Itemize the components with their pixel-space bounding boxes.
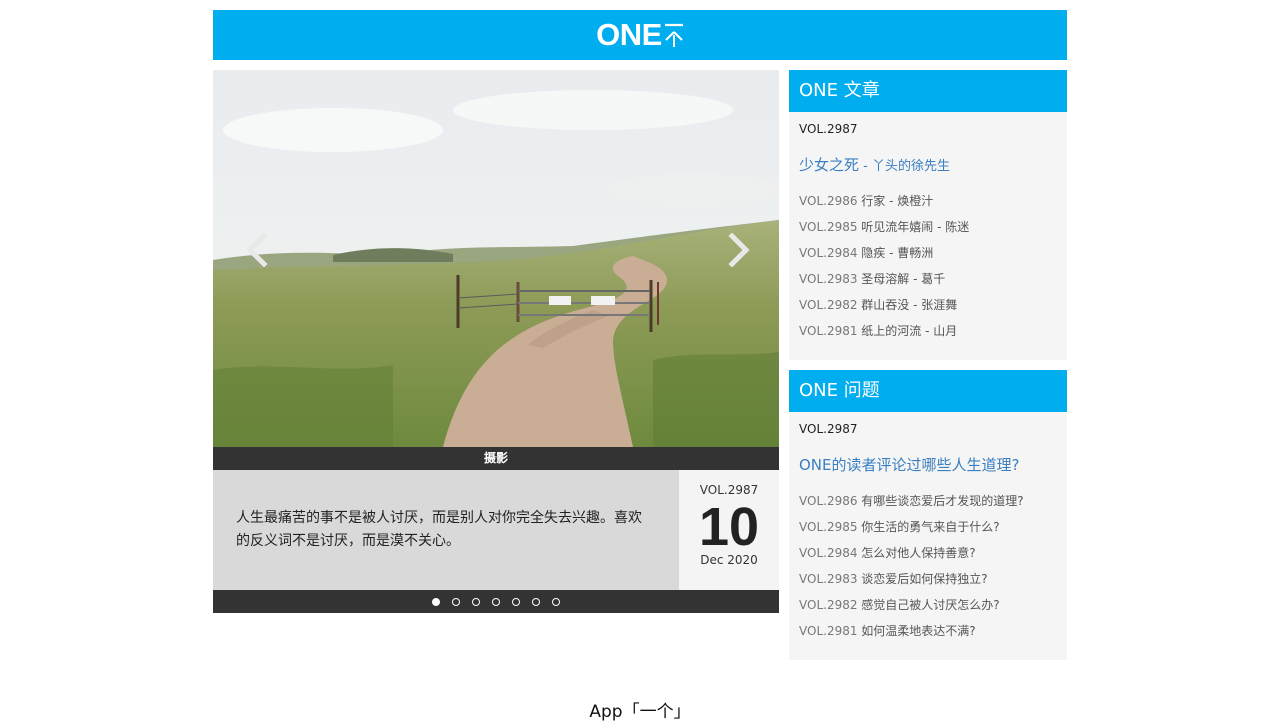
question-item[interactable]: VOL.2983 谈恋爱后如何保持独立? bbox=[799, 571, 1067, 597]
article-list: VOL.2986 行家 - 焕橙汁 VOL.2985 听见流年嬉闹 - 陈迷 VOL… bbox=[789, 193, 1067, 349]
article-item-title: 圣母溶解 - 葛千 bbox=[857, 272, 946, 286]
question-item[interactable]: VOL.2986 有哪些谈恋爱后才发现的道理? bbox=[799, 493, 1067, 519]
article-item[interactable]: VOL.2982 群山吞没 - 张涯舞 bbox=[799, 297, 1067, 323]
questions-panel: ONE 问题 VOL.2987 ONE的读者评论过哪些人生道理? VOL.298… bbox=[789, 370, 1067, 660]
article-item[interactable]: VOL.2981 纸上的河流 - 山月 bbox=[799, 323, 1067, 349]
article-item-vol: VOL.2985 bbox=[799, 220, 858, 234]
carousel-dot[interactable] bbox=[552, 597, 560, 606]
logo[interactable]: ONE bbox=[596, 17, 684, 53]
question-item-vol: VOL.2986 bbox=[799, 494, 858, 508]
question-item-vol: VOL.2984 bbox=[799, 546, 858, 560]
article-item[interactable]: VOL.2985 听见流年嬉闹 - 陈迷 bbox=[799, 219, 1067, 245]
article-item-vol: VOL.2986 bbox=[799, 194, 858, 208]
question-item-title: 如何温柔地表达不满? bbox=[857, 624, 976, 638]
logo-cn-mark bbox=[664, 21, 684, 49]
question-item-title: 你生活的勇气来自于什么? bbox=[857, 520, 1000, 534]
featured-article-author: - 丫头的徐先生 bbox=[859, 159, 950, 174]
question-item-title: 谈恋爱后如何保持独立? bbox=[857, 572, 988, 586]
articles-panel: ONE 文章 VOL.2987 少女之死 - 丫头的徐先生 VOL.2986 行… bbox=[789, 70, 1067, 360]
chevron-left-icon bbox=[246, 233, 268, 267]
question-item[interactable]: VOL.2981 如何温柔地表达不满? bbox=[799, 623, 1067, 649]
question-item-title: 有哪些谈恋爱后才发现的道理? bbox=[857, 494, 1024, 508]
question-item-title: 怎么对他人保持善意? bbox=[857, 546, 976, 560]
featured-article-title: 少女之死 bbox=[799, 156, 860, 174]
article-item-vol: VOL.2984 bbox=[799, 246, 858, 260]
article-item[interactable]: VOL.2986 行家 - 焕橙汁 bbox=[799, 193, 1067, 219]
articles-current-vol: VOL.2987 bbox=[799, 122, 858, 136]
carousel-dot[interactable] bbox=[512, 597, 520, 606]
question-item[interactable]: VOL.2982 感觉自己被人讨厌怎么办? bbox=[799, 597, 1067, 623]
article-item[interactable]: VOL.2983 圣母溶解 - 葛千 bbox=[799, 271, 1067, 297]
article-item-vol: VOL.2982 bbox=[799, 298, 858, 312]
carousel-dot[interactable] bbox=[432, 597, 440, 606]
photo-caption: 摄影 bbox=[213, 447, 779, 470]
footer-app-label: App「一个」 bbox=[589, 702, 691, 722]
featured-article-link[interactable]: 少女之死 - 丫头的徐先生 bbox=[789, 154, 1067, 175]
site-header: ONE bbox=[213, 10, 1067, 60]
carousel-indicators bbox=[213, 590, 779, 613]
quote-text: 人生最痛苦的事不是被人讨厌，而是别人对你完全失去兴趣。喜欢的反义词不是讨厌，而是… bbox=[236, 510, 642, 549]
question-item[interactable]: VOL.2985 你生活的勇气来自于什么? bbox=[799, 519, 1067, 545]
questions-panel-title: ONE 问题 bbox=[789, 370, 1067, 412]
chevron-right-icon bbox=[728, 233, 750, 267]
question-item[interactable]: VOL.2984 怎么对他人保持善意? bbox=[799, 545, 1067, 571]
carousel-next-button[interactable] bbox=[719, 230, 759, 270]
article-item-title: 群山吞没 - 张涯舞 bbox=[857, 298, 958, 312]
article-item-vol: VOL.2981 bbox=[799, 324, 858, 338]
question-item-vol: VOL.2983 bbox=[799, 572, 858, 586]
article-item-title: 纸上的河流 - 山月 bbox=[857, 324, 958, 338]
date-month-year: Dec 2020 bbox=[700, 553, 758, 567]
article-item-title: 听见流年嬉闹 - 陈迷 bbox=[857, 220, 970, 234]
date-vol: VOL.2987 bbox=[699, 483, 759, 497]
carousel-dot[interactable] bbox=[532, 597, 540, 606]
question-item-vol: VOL.2982 bbox=[799, 598, 858, 612]
article-item[interactable]: VOL.2984 隐疾 - 曹畅洲 bbox=[799, 245, 1067, 271]
logo-text: ONE bbox=[596, 17, 662, 52]
carousel-prev-button[interactable] bbox=[237, 230, 277, 270]
article-item-title: 隐疾 - 曹畅洲 bbox=[857, 246, 934, 260]
question-item-vol: VOL.2985 bbox=[799, 520, 858, 534]
articles-panel-title: ONE 文章 bbox=[789, 70, 1067, 112]
quote-box: 人生最痛苦的事不是被人讨厌，而是别人对你完全失去兴趣。喜欢的反义词不是讨厌，而是… bbox=[213, 470, 679, 590]
article-item-vol: VOL.2983 bbox=[799, 272, 858, 286]
question-item-vol: VOL.2981 bbox=[799, 624, 858, 638]
questions-current-vol: VOL.2987 bbox=[799, 422, 858, 436]
carousel-photo[interactable] bbox=[213, 70, 779, 447]
date-day: 10 bbox=[698, 497, 760, 557]
question-list: VOL.2986 有哪些谈恋爱后才发现的道理? VOL.2985 你生活的勇气来自… bbox=[789, 493, 1067, 649]
carousel-dot[interactable] bbox=[452, 597, 460, 606]
carousel-dot[interactable] bbox=[492, 597, 500, 606]
article-item-title: 行家 - 焕橙汁 bbox=[857, 194, 934, 208]
featured-carousel: 摄影 人生最痛苦的事不是被人讨厌，而是别人对你完全失去兴趣。喜欢的反义词不是讨厌… bbox=[213, 70, 779, 613]
question-item-title: 感觉自己被人讨厌怎么办? bbox=[857, 598, 1000, 612]
featured-question-link[interactable]: ONE的读者评论过哪些人生道理? bbox=[789, 454, 1067, 475]
carousel-dot[interactable] bbox=[472, 597, 480, 606]
date-box: VOL.2987 10 Dec 2020 bbox=[679, 470, 779, 590]
